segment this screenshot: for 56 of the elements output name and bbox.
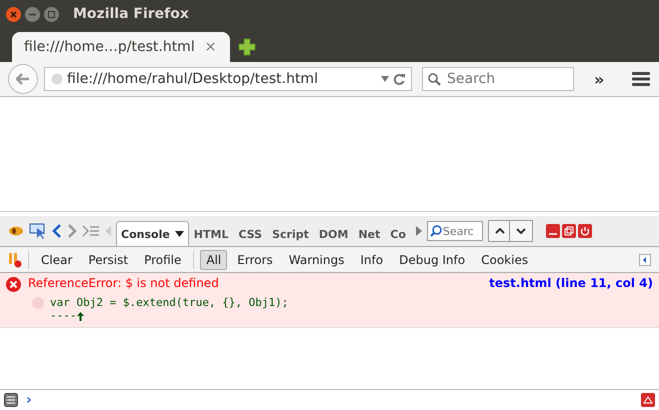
panel-tab[interactable]: Net — [353, 221, 386, 246]
filter-button[interactable]: Info — [354, 250, 390, 270]
toolbar-button[interactable]: Clear — [35, 250, 78, 270]
panel-tab[interactable]: DOM — [314, 221, 354, 246]
window-title: Mozilla Firefox — [73, 6, 189, 22]
new-tab-icon[interactable] — [238, 38, 256, 56]
panel-tab[interactable]: Console — [116, 221, 189, 246]
reload-icon[interactable] — [393, 73, 405, 85]
browser-tab[interactable]: file:///home…p/test.html × — [12, 32, 230, 62]
expand-icon[interactable] — [641, 393, 655, 407]
minimize-button[interactable] — [25, 6, 40, 22]
search-field[interactable]: Searc — [426, 221, 483, 241]
code-line: var Obj2 = $.extend(true, {}, Obj1); — [50, 296, 288, 309]
filter-button[interactable]: Debug Info — [393, 250, 472, 270]
search-field[interactable]: Search — [422, 67, 574, 91]
minimize-icon[interactable] — [546, 224, 560, 238]
toolbar-button[interactable]: Persist — [82, 250, 134, 270]
source-link[interactable]: test.html (line 11, col 4) — [489, 276, 653, 292]
collapse-icon[interactable] — [639, 254, 651, 266]
inspect-icon[interactable] — [29, 223, 47, 239]
command-editor-icon[interactable] — [4, 393, 18, 407]
address-bar[interactable]: file:///home/rahul/Desktop/test.html — [44, 67, 412, 91]
scroll-right-icon[interactable] — [416, 226, 422, 236]
panel-tab[interactable]: CSS — [233, 221, 268, 246]
panel-tab[interactable]: Script — [267, 221, 314, 246]
menu-icon[interactable] — [632, 72, 650, 86]
panel-tab[interactable]: HTML — [188, 221, 234, 246]
error-message: ReferenceError: $ is not defined — [28, 276, 220, 292]
command-prompt[interactable]: › — [26, 392, 32, 408]
panel-tab[interactable]: Co — [385, 221, 411, 246]
power-icon[interactable] — [578, 224, 592, 238]
close-icon — [10, 10, 17, 18]
filter-button[interactable]: Errors — [231, 250, 279, 270]
filter-button[interactable]: Cookies — [475, 250, 534, 270]
filter-button[interactable]: Warnings — [282, 250, 350, 270]
up-chevron-icon — [494, 228, 505, 234]
error-pointer: ---- — [50, 311, 76, 321]
next-button[interactable] — [508, 220, 533, 242]
back-button[interactable] — [8, 64, 38, 94]
up-arrow-icon — [76, 312, 84, 321]
close-button[interactable] — [6, 6, 21, 22]
tab-close-button[interactable]: × — [204, 39, 216, 55]
error-icon — [6, 277, 21, 292]
pause-icon[interactable] — [8, 252, 22, 268]
back-arrow-icon — [16, 73, 30, 85]
dropdown-icon[interactable] — [174, 231, 184, 237]
search-icon — [430, 225, 442, 237]
overflow-button[interactable]: » — [594, 70, 618, 88]
filter-button[interactable]: All — [200, 250, 228, 270]
previous-button[interactable] — [488, 220, 512, 242]
toolbar-button[interactable]: Profile — [138, 250, 188, 270]
search-icon — [428, 73, 441, 86]
down-chevron-icon — [516, 228, 526, 234]
detach-icon[interactable] — [562, 224, 576, 238]
maximize-button[interactable] — [44, 6, 59, 22]
maximize-icon — [48, 10, 55, 18]
